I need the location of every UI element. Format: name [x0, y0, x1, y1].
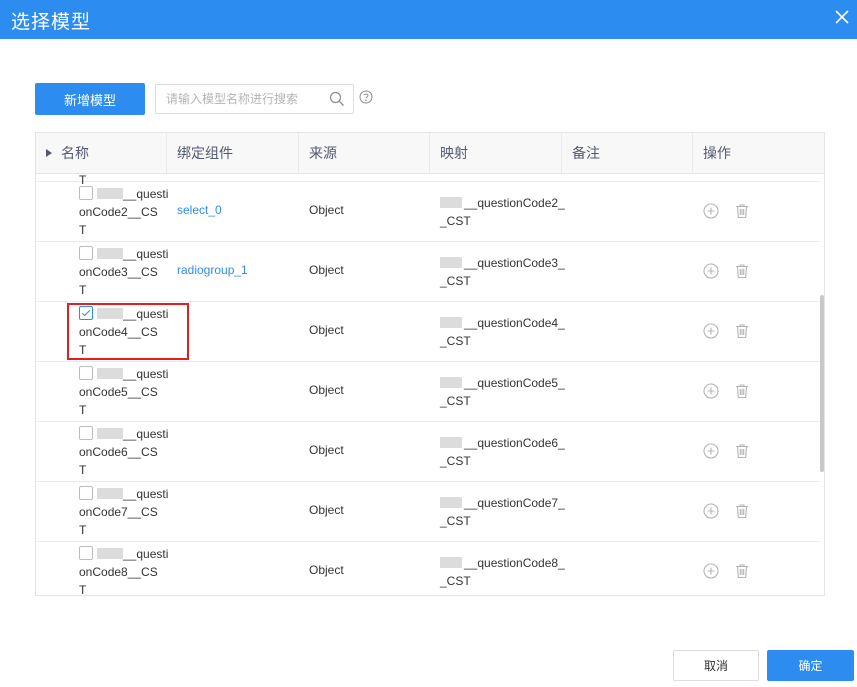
row-actions — [702, 202, 762, 222]
row-actions — [702, 562, 762, 582]
dialog-header: 选择模型 — [0, 0, 857, 39]
add-circle-icon[interactable] — [702, 502, 720, 520]
row-checkbox[interactable] — [79, 186, 93, 200]
redacted-text — [440, 317, 462, 328]
add-circle-icon[interactable] — [702, 322, 720, 340]
row-mapping: __questionCode7_ _CST — [440, 496, 565, 528]
row-checkbox[interactable] — [79, 426, 93, 440]
trash-icon[interactable] — [733, 262, 751, 280]
trash-icon[interactable] — [733, 382, 751, 400]
row-source: Object — [309, 503, 344, 517]
row-mapping: __questionCode8_ _CST — [440, 556, 565, 588]
row-name: __questi onCode6__CS T — [79, 426, 169, 477]
redacted-text — [97, 548, 123, 559]
trash-icon[interactable] — [733, 442, 751, 460]
row-name: __questi onCode8__CS T — [79, 546, 169, 596]
search-icon[interactable] — [329, 91, 345, 107]
column-header-source: 来源 — [299, 133, 430, 173]
redacted-text — [97, 248, 123, 259]
add-circle-icon[interactable] — [702, 442, 720, 460]
cancel-button[interactable]: 取消 — [673, 650, 759, 681]
trash-icon[interactable] — [733, 322, 751, 340]
add-circle-icon[interactable] — [702, 202, 720, 220]
row-checkbox[interactable] — [79, 366, 93, 380]
dialog-title: 选择模型 — [11, 12, 92, 33]
row-name: __questi onCode2__CS T — [79, 186, 169, 237]
row-source: Object — [309, 203, 344, 217]
redacted-text — [440, 437, 462, 448]
redacted-text — [440, 197, 462, 208]
column-header-component: 绑定组件 — [167, 133, 299, 173]
redacted-text — [97, 368, 123, 379]
row-checkbox-checked[interactable] — [79, 306, 93, 320]
trash-icon[interactable] — [733, 502, 751, 520]
row-name: __questi onCode4__CS T — [79, 306, 169, 357]
row-actions — [702, 322, 762, 342]
row-actions — [702, 502, 762, 522]
row-checkbox[interactable] — [79, 546, 93, 560]
column-header-actions: 操作 — [703, 145, 731, 161]
redacted-text — [440, 557, 462, 568]
redacted-text — [97, 188, 123, 199]
add-model-button[interactable]: 新增模型 — [35, 83, 145, 115]
trash-icon[interactable] — [733, 562, 751, 580]
table-row: __questi onCode6__CS T Object __questionCo… — [36, 422, 820, 482]
redacted-text — [97, 308, 123, 319]
column-header-mapping: 映射 — [430, 133, 562, 173]
scrollbar-thumb[interactable] — [820, 295, 824, 472]
table-row: __questi onCode2__CS T select_0 Object __q… — [36, 182, 820, 242]
row-mapping: __questionCode5_ _CST — [440, 376, 565, 408]
row-name: __questi onCode3__CS T — [79, 246, 169, 297]
row-actions — [702, 442, 762, 462]
search-box — [155, 84, 354, 114]
table-row: __questi onCode8__CS T Object __questionCo… — [36, 542, 820, 596]
row-component-link[interactable]: radiogroup_1 — [177, 263, 248, 277]
row-mapping: __questionCode6_ _CST — [440, 436, 565, 468]
row-mapping: __questionCode4_ _CST — [440, 316, 565, 348]
table-header: 名称 绑定组件 来源 映射 备注 操作 — [36, 133, 824, 174]
add-circle-icon[interactable] — [702, 262, 720, 280]
row-actions — [702, 262, 762, 282]
redacted-text — [97, 428, 123, 439]
row-source: Object — [309, 263, 344, 277]
row-source: Object — [309, 383, 344, 397]
row-source: Object — [309, 563, 344, 577]
redacted-text — [440, 257, 462, 268]
row-name: __questi onCode5__CS T — [79, 366, 169, 417]
redacted-text — [440, 377, 462, 388]
row-source: Object — [309, 443, 344, 457]
confirm-button[interactable]: 确定 — [767, 650, 854, 681]
redacted-text — [440, 497, 462, 508]
table-row: __questi onCode5__CS T Object __questionCo… — [36, 362, 820, 422]
add-circle-icon[interactable] — [702, 382, 720, 400]
column-header-remark: 备注 — [562, 133, 693, 173]
table-row: __questi onCode3__CS T radiogroup_1 Object… — [36, 242, 820, 302]
expand-caret-icon[interactable] — [46, 149, 52, 157]
search-input[interactable] — [156, 85, 331, 113]
table-row: __questi onCode4__CS T Object __questionCo… — [36, 302, 820, 362]
close-icon[interactable] — [835, 10, 849, 24]
table-body[interactable]: T __questi onCode2__CS T select_0 Object _… — [36, 174, 824, 596]
help-icon[interactable] — [359, 90, 373, 104]
model-table: 名称 绑定组件 来源 映射 备注 操作 T __questi onCode2__C… — [35, 132, 825, 596]
redacted-text — [97, 488, 123, 499]
row-mapping: __questionCode2_ _CST — [440, 196, 565, 228]
row-mapping: __questionCode3_ _CST — [440, 256, 565, 288]
add-circle-icon[interactable] — [702, 562, 720, 580]
trash-icon[interactable] — [733, 202, 751, 220]
row-actions — [702, 382, 762, 402]
row-source: Object — [309, 323, 344, 337]
column-header-name[interactable]: 名称 — [36, 133, 167, 173]
row-checkbox[interactable] — [79, 486, 93, 500]
row-checkbox[interactable] — [79, 246, 93, 260]
row-name: __questi onCode7__CS T — [79, 486, 169, 537]
table-row: __questi onCode7__CS T Object __questionCo… — [36, 482, 820, 542]
row-component-link[interactable]: select_0 — [177, 203, 222, 217]
table-row: T — [36, 174, 820, 187]
